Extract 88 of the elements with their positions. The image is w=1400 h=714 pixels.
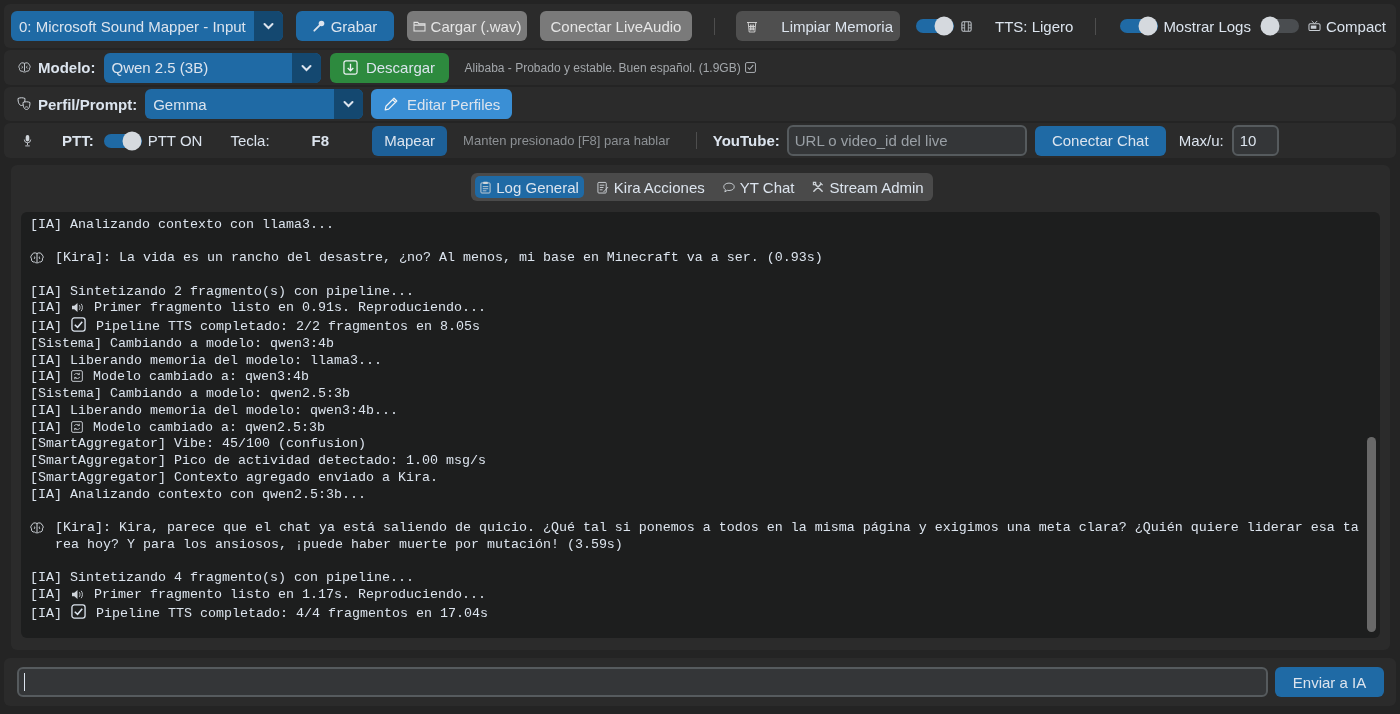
toggle-switch[interactable] xyxy=(102,130,143,151)
compact-label: Compact xyxy=(1325,17,1386,35)
pencil-icon xyxy=(383,96,399,112)
caret-icon xyxy=(291,52,321,83)
toggle-switch[interactable] xyxy=(1119,16,1160,36)
profile-dropdown[interactable]: Gemma xyxy=(145,89,364,119)
tab[interactable]: Stream Admin xyxy=(807,176,929,198)
toggle-switch[interactable] xyxy=(1259,16,1300,36)
tools-icon xyxy=(812,181,825,193)
edit-profiles-button[interactable]: Editar Perfiles xyxy=(371,89,513,119)
chip-icon xyxy=(960,19,973,33)
brain-icon xyxy=(18,62,31,73)
log-line: [IA] Analizando contexto con llama3... xyxy=(30,216,335,234)
log-tag: [IA] xyxy=(30,369,62,385)
microphone-icon xyxy=(312,20,325,32)
log-message: [Kira]: Kira, parece que el chat ya está saliendo de quicio. ¿Qué tal si ponemos a todos en la misma página y exigimos una meta clara? ¿Quién quiere liderar esa tarea hoy? Y para los ansiosos, ¡puede haber muerte por mutación! (3.59s) xyxy=(55,520,1360,554)
load-wav-button[interactable]: Cargar (.wav) xyxy=(407,11,527,41)
log-tag: [IA] xyxy=(30,587,62,603)
log-line: [SmartAggregator] Pico de actividad detectado: 1.00 msg/s xyxy=(30,453,487,470)
log-message: Primer fragmento listo en 1.17s. Reproduciendo... xyxy=(94,587,486,603)
download-button[interactable]: Descargar xyxy=(329,52,449,83)
youtube-label: YouTube: xyxy=(712,132,780,149)
map-key-button[interactable]: Mapear xyxy=(372,125,448,156)
log-tag: [IA] xyxy=(30,319,62,335)
log-line: [SmartAggregator] Contexto agregado enviado a Kira. xyxy=(30,469,439,487)
max-per-user-field[interactable]: 10 xyxy=(1231,125,1279,156)
connect-chat-button[interactable]: Conectar Chat xyxy=(1034,125,1166,156)
speech-bubble-icon xyxy=(722,181,735,193)
checked-box-icon xyxy=(71,317,86,333)
key-label: Tecla: xyxy=(230,132,270,149)
log-line: [Sistema] Cambiando a modelo: qwen3:4b xyxy=(30,335,335,353)
log-message: Primer fragmento listo en 0.91s. Reproduciendo... xyxy=(94,300,486,316)
model-label: Modelo: xyxy=(38,59,96,76)
trash-icon xyxy=(746,19,758,33)
scrollbar[interactable] xyxy=(1367,437,1376,632)
message-input-field[interactable] xyxy=(17,667,1268,697)
tab[interactable]: Kira Acciones xyxy=(591,176,710,198)
caret-icon xyxy=(334,89,364,119)
checked-box-icon xyxy=(71,603,86,619)
max-per-user-label: Max/u: xyxy=(1178,132,1224,149)
speaker-icon xyxy=(71,589,84,601)
memo-icon xyxy=(596,180,609,194)
show-logs-label: Mostrar Logs xyxy=(1163,17,1251,35)
brain-icon xyxy=(30,522,44,535)
log-message: Pipeline TTS completado: 2/2 fragmentos en 8.05s xyxy=(96,319,480,335)
connect-liveaudio-button[interactable]: Conectar LiveAudio xyxy=(540,11,692,41)
microphone-icon xyxy=(23,134,32,147)
tab[interactable]: Log General xyxy=(475,176,584,198)
tv-icon xyxy=(1307,20,1321,32)
profile-label: Perfil/Prompt: xyxy=(38,95,138,113)
log-line: [IA] Sintetizando 2 fragmento(s) con pipeline... xyxy=(30,283,415,301)
toggle-switch[interactable] xyxy=(915,16,955,36)
clipboard-icon xyxy=(480,180,492,194)
ptt-label: PTT: xyxy=(62,132,94,149)
log-line: [IA] Analizando contexto con qwen2.5:3b... xyxy=(30,486,367,504)
key-value: F8 xyxy=(311,132,330,149)
log-tag: [IA] xyxy=(30,419,62,435)
log-tag: [IA] xyxy=(30,605,62,621)
record-button[interactable]: Grabar xyxy=(296,11,394,41)
caret-icon xyxy=(254,11,283,41)
ptt-hint: Manten presionado [F8] para hablar xyxy=(463,133,670,148)
download-icon xyxy=(342,60,358,75)
tab[interactable]: YT Chat xyxy=(717,176,800,198)
device-dropdown[interactable]: 0: Microsoft Sound Mapper - Input xyxy=(11,11,283,41)
log-message: [Kira]: La vida es un rancho del desastre, ¿no? Al menos, mi base en Minecraft va a ser. (0.93s) xyxy=(55,250,824,267)
log-tag: [IA] xyxy=(30,300,62,316)
tts-mode-label: TTS: Ligero xyxy=(995,17,1074,35)
youtube-url-field[interactable]: URL o video_id del live xyxy=(786,125,1027,156)
ptt-state-label: PTT ON xyxy=(147,132,203,149)
model-dropdown[interactable]: Qwen 2.5 (3B) xyxy=(103,52,321,83)
masks-icon xyxy=(17,97,31,111)
brain-icon xyxy=(30,252,44,265)
model-description: Alibaba - Probado y estable. Buen español. (1.9GB) xyxy=(464,60,741,75)
clear-memory-button[interactable]: Limpiar Memoria xyxy=(736,11,900,41)
send-button[interactable]: Enviar a IA xyxy=(1275,667,1384,697)
log-line: [IA] Liberando memoria del modelo: llama3... xyxy=(30,352,383,370)
folder-icon xyxy=(412,20,426,32)
speaker-icon xyxy=(71,302,84,314)
log-message: Modelo cambiado a: qwen2.5:3b xyxy=(93,419,325,435)
log-message: Modelo cambiado a: qwen3:4b xyxy=(93,369,309,385)
log-line: [IA] Sintetizando 4 fragmento(s) con pipeline... xyxy=(30,570,415,588)
log-line: [SmartAggregator] Vibe: 45/100 (confusion) xyxy=(30,436,367,454)
log-line: [IA] Liberando memoria del modelo: qwen3:4b... xyxy=(30,402,399,420)
swap-icon xyxy=(71,370,83,383)
log-message: Pipeline TTS completado: 4/4 fragmentos en 17.04s xyxy=(96,605,488,621)
checked-box-icon xyxy=(744,62,756,73)
swap-icon xyxy=(71,420,83,433)
log-line: [Sistema] Cambiando a modelo: qwen2.5:3b xyxy=(30,386,351,403)
